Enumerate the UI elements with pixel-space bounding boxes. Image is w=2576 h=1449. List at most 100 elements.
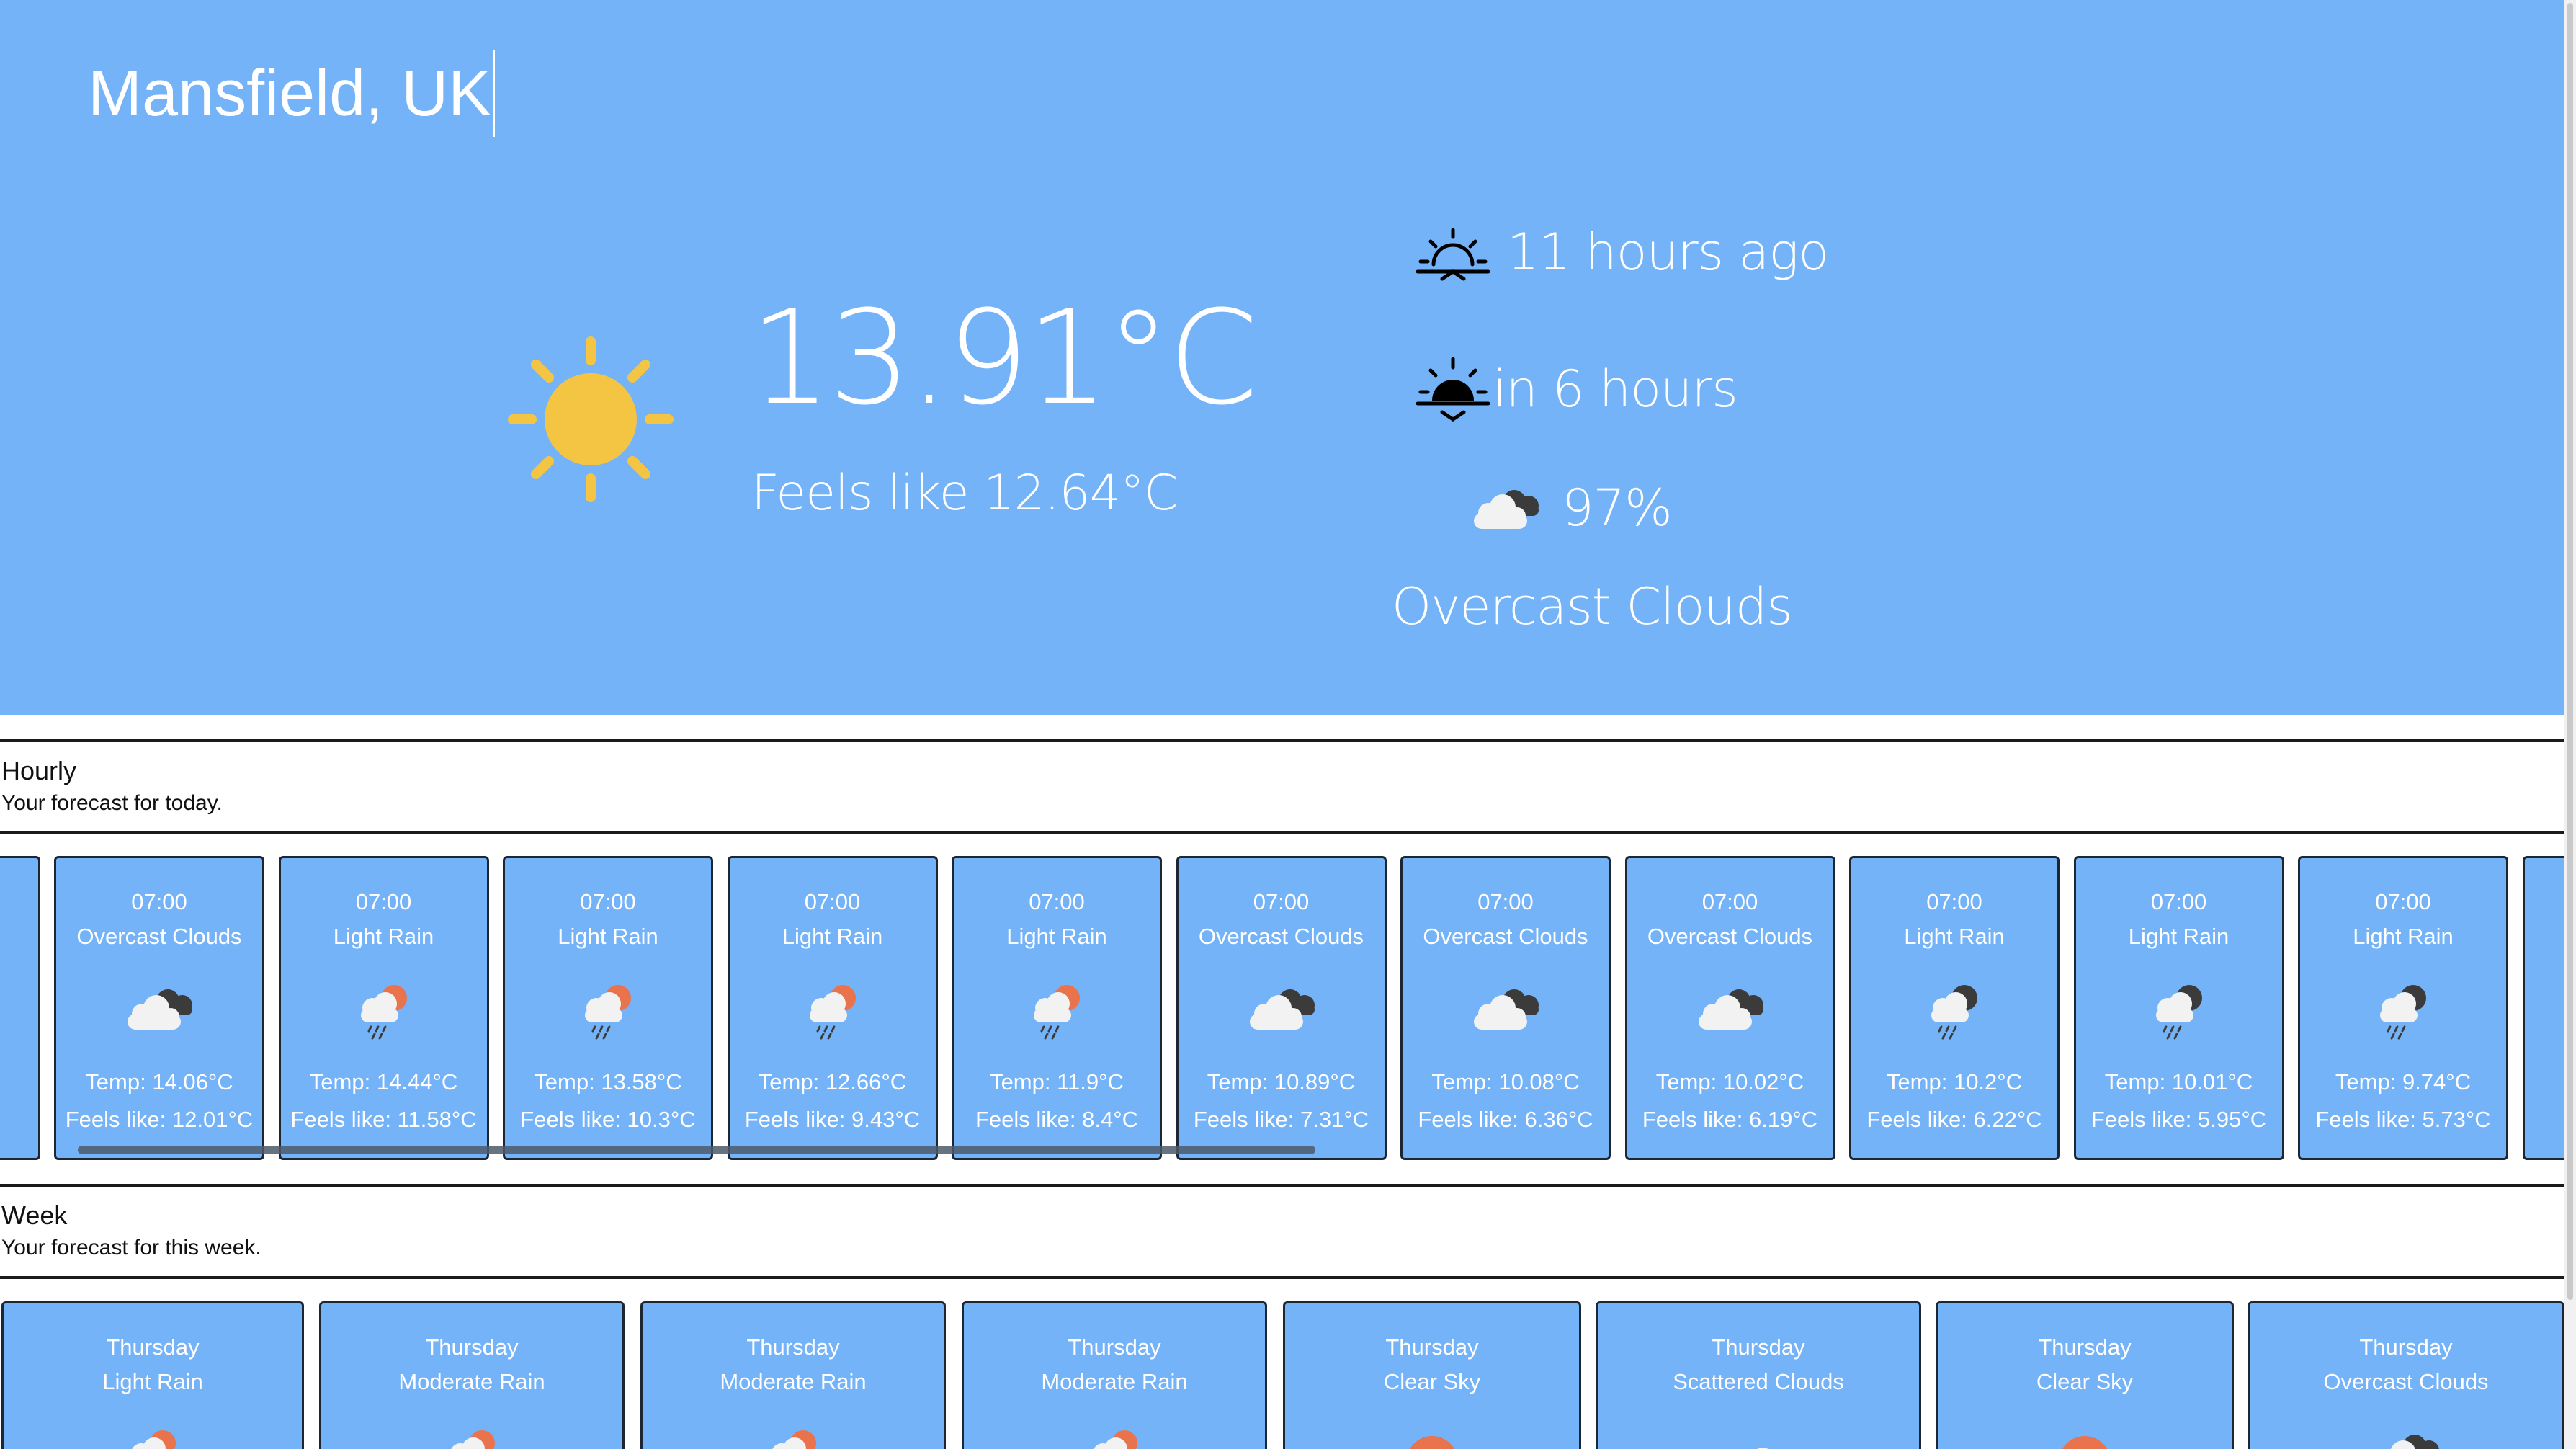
week-card-description: Overcast Clouds <box>2323 1369 2489 1394</box>
week-title: Week <box>1 1200 68 1230</box>
hourly-card[interactable]: 07:00 Overcast Clouds Temp: 10.02°C Feels l… <box>1624 856 1835 1160</box>
hourly-card-feels: Feels like: 5.95°C <box>2090 1107 2267 1132</box>
overcast-clouds-icon <box>1687 973 1774 1045</box>
hourly-card[interactable]: 07:00 Light Rain Temp: 10.01°C Feels like: … <box>2073 856 2284 1160</box>
week-card[interactable]: Thursday Clear Sky <box>1283 1301 1581 1449</box>
hourly-subtitle: Your forecast for today. <box>1 791 223 815</box>
page-scrollbar[interactable] <box>2564 0 2576 1449</box>
weather-description: Overcast Clouds <box>1392 577 1793 636</box>
week-card[interactable]: Thursday Clear Sky <box>1936 1301 2234 1449</box>
hourly-title: Hourly <box>1 756 77 785</box>
hourly-card-time: 07:00 <box>355 889 412 914</box>
sunset-text: in 6 hours <box>1493 360 1738 419</box>
hourly-card-description: Light Rain <box>2353 924 2454 949</box>
hourly-card[interactable]: 07:00 Light Rain Temp: 13.58°C Feels like: … <box>503 856 713 1160</box>
week-card-description: Clear Sky <box>2036 1369 2134 1394</box>
hourly-card[interactable]: 07:00 Overcast Clouds Temp: 10.89°C Feels l… <box>1176 856 1387 1160</box>
rain-night-icon <box>2360 973 2446 1045</box>
week-card[interactable]: Thursday Scattered Clouds <box>1596 1301 1921 1449</box>
hourly-card[interactable]: 07:00 Overcast Clouds Temp: 10.08°C Feels l… <box>1400 856 1611 1160</box>
hourly-card[interactable]: 07:00 Light Rain Temp: 11.9°C Feels like: 8… <box>952 856 1162 1160</box>
hourly-card-time: 07:00 <box>1029 889 1085 914</box>
hourly-card-temp: Temp: 14.44°C <box>309 1069 458 1094</box>
overcast-clouds-icon <box>1238 973 1325 1045</box>
hourly-card-time: 07:00 <box>2150 889 2207 914</box>
hourly-card[interactable]: 07:00 Light Rain Temp: 12.66°C Feels like: … <box>727 856 938 1160</box>
week-card-description: Scattered Clouds <box>1673 1369 1844 1394</box>
week-card[interactable]: Thursday Moderate Rain <box>962 1301 1267 1449</box>
hourly-card-temp: Temp: 10.08°C <box>1431 1069 1580 1094</box>
week-card-day: Thursday <box>1068 1334 1161 1360</box>
overcast-clouds-icon <box>2363 1419 2449 1449</box>
hourly-card[interactable]: 07:00 Light Rain Temp: 9.74°C Feels like: 5… <box>2298 856 2508 1160</box>
hourly-card-temp: Temp: 10.01°C <box>2104 1069 2253 1094</box>
week-card[interactable]: Thursday Moderate Rain <box>640 1301 946 1449</box>
hourly-card-description: Overcast Clouds <box>1198 924 1364 949</box>
week-card-description: Clear Sky <box>1383 1369 1481 1394</box>
hourly-card-time: 07:00 <box>1701 889 1758 914</box>
sunrise-row: 11 hours ago <box>1413 220 1829 285</box>
week-card[interactable]: Thursday Overcast Clouds <box>2248 1301 2564 1449</box>
cloudiness-row: 97% <box>1462 476 1673 540</box>
week-card-day: Thursday <box>2038 1334 2132 1360</box>
rain-night-icon <box>2136 973 2222 1045</box>
week-card-day: Thursday <box>1385 1334 1479 1360</box>
hourly-card-time: 07:00 <box>580 889 636 914</box>
rain-sun-icon <box>341 973 427 1045</box>
hourly-card-description: Overcast Clouds <box>1647 924 1813 949</box>
hourly-card-temp: Temp: 9.74°C <box>2335 1069 2472 1094</box>
rain-sun-icon <box>1014 973 1100 1045</box>
hourly-card-temp: Temp: 10.89°C <box>1207 1069 1356 1094</box>
hourly-card-feels: Feels like: 6.22°C <box>1866 1107 2042 1132</box>
week-card-day: Thursday <box>1712 1334 1805 1360</box>
hourly-card-feels: Feels like: 11.58°C <box>290 1107 477 1132</box>
week-subtitle: Your forecast for this week. <box>1 1236 261 1259</box>
current-temperature: 13.91°C <box>749 283 1258 434</box>
hourly-card-time: 07:00 <box>2375 889 2431 914</box>
hourly-card-time: 07:00 <box>1253 889 1310 914</box>
hourly-card-description: Light Rain <box>1006 924 1107 949</box>
rain-sun-icon <box>1071 1419 1158 1449</box>
week-card[interactable]: Thursday Light Rain <box>1 1301 304 1449</box>
hourly-scrollbar[interactable] <box>78 1146 1315 1154</box>
hourly-card-description: Overcast Clouds <box>1423 924 1588 949</box>
hourly-card-description: Light Rain <box>558 924 658 949</box>
week-cards[interactable]: Thursday Light Rain Thursday Moderate Rain T… <box>0 1301 2564 1449</box>
week-section-header: Week Your forecast for this week. <box>0 1184 2564 1279</box>
hourly-card-time: 07:00 <box>131 889 187 914</box>
hourly-card-temp: Temp: 13.58°C <box>534 1069 682 1094</box>
rain-sun-icon <box>429 1419 515 1449</box>
hourly-card-description: Light Rain <box>2128 924 2230 949</box>
hourly-cards[interactable]: 07:00 Overcast Clouds Temp: 14.06°C Feels l… <box>0 856 2564 1160</box>
week-card-description: Moderate Rain <box>720 1369 867 1394</box>
hourly-card[interactable]: 07:00 Light Rain Temp: 10.2°C Feels like: 6… <box>1849 856 2060 1160</box>
hourly-card[interactable]: 07:00 Light Rain Temp: 14.44°C Feels like: … <box>278 856 489 1160</box>
hourly-card-partial[interactable] <box>0 856 40 1160</box>
rain-night-icon <box>1911 973 1998 1045</box>
week-card[interactable]: Thursday Moderate Rain <box>319 1301 625 1449</box>
hourly-card-description: Overcast Clouds <box>76 924 242 949</box>
location-input[interactable]: Mansfield, UK <box>88 50 496 137</box>
hourly-card-temp: Temp: 11.9°C <box>990 1069 1124 1094</box>
hourly-card[interactable]: 07:00 Overcast Clouds Temp: 14.06°C Feels l… <box>54 856 264 1160</box>
hourly-card-partial[interactable] <box>2522 856 2564 1160</box>
week-card-description: Moderate Rain <box>1041 1369 1188 1394</box>
scattered-clouds-icon <box>1715 1419 1802 1449</box>
week-card-description: Moderate Rain <box>398 1369 545 1394</box>
sunset-icon <box>1416 357 1490 422</box>
hourly-card-feels: Feels like: 7.31°C <box>1193 1107 1369 1132</box>
hourly-card-feels: Feels like: 5.73°C <box>2315 1107 2491 1132</box>
clear-sky-icon <box>1389 1419 1475 1449</box>
overcast-clouds-icon <box>1474 490 1539 529</box>
week-card-day: Thursday <box>425 1334 519 1360</box>
week-card-day: Thursday <box>2359 1334 2453 1360</box>
cloudiness-text: 97% <box>1562 478 1673 538</box>
hourly-card-temp: Temp: 12.66°C <box>758 1069 907 1094</box>
hourly-card-description: Light Rain <box>1904 924 2005 949</box>
hourly-card-time: 07:00 <box>1926 889 1982 914</box>
sunrise-icon <box>1416 228 1490 281</box>
rain-sun-icon <box>109 1419 196 1449</box>
rain-sun-icon <box>790 973 876 1045</box>
page-scrollbar-thumb[interactable] <box>2567 3 2573 1300</box>
overcast-clouds-icon <box>1462 973 1549 1045</box>
